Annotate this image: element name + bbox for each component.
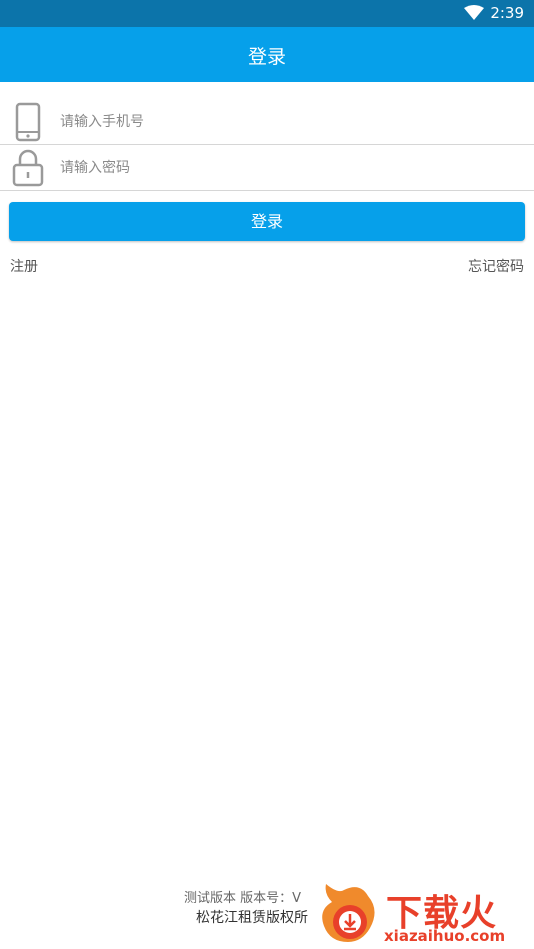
- status-time: 2:39: [490, 4, 524, 22]
- phone-icon: [15, 102, 41, 142]
- password-field: [0, 145, 534, 191]
- watermark-url: xiazaihuo.com: [384, 927, 506, 945]
- lock-icon: [12, 149, 44, 187]
- divider: [0, 190, 534, 191]
- watermark: 下载火 xiazaihuo.com: [318, 880, 534, 949]
- phone-input[interactable]: [60, 107, 500, 137]
- version-text: 测试版本 版本号：V: [184, 891, 302, 906]
- app-bar: 登录: [0, 27, 534, 82]
- wifi-icon: [464, 5, 484, 20]
- flame-logo-icon: [322, 884, 375, 942]
- login-button[interactable]: 登录: [9, 202, 525, 241]
- status-bar: 2:39: [0, 0, 534, 27]
- app-root: 2:39 登录 登录 注册 忘记密码 测试版本 版本号：V 松花江租赁版权所: [0, 0, 534, 949]
- password-input[interactable]: [60, 153, 500, 183]
- page-title: 登录: [247, 46, 286, 68]
- phone-field: [0, 99, 534, 145]
- register-link[interactable]: 注册: [10, 256, 38, 276]
- forgot-password-link[interactable]: 忘记密码: [468, 256, 524, 276]
- copyright-text: 松花江租赁版权所: [196, 910, 308, 926]
